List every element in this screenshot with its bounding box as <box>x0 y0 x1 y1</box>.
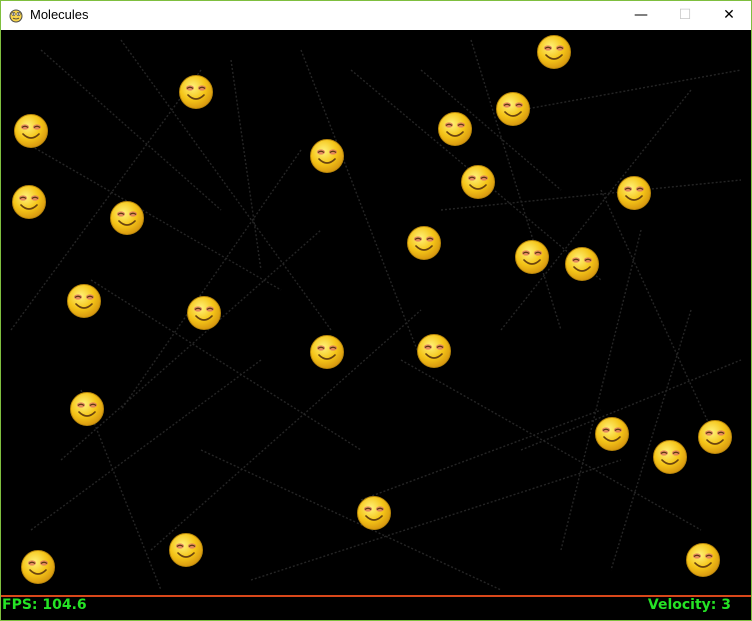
smiley-face-icon <box>515 240 549 274</box>
smiley-face-icon <box>686 543 720 577</box>
app-window: Molecules — ☐ ✕ FPS: 104.6 Velocity: 3 <box>0 0 752 621</box>
title-bar[interactable]: Molecules — ☐ ✕ <box>1 1 751 30</box>
smiley-face-icon <box>110 201 144 235</box>
maximize-button[interactable]: ☐ <box>663 1 707 30</box>
close-button[interactable]: ✕ <box>707 1 751 30</box>
smiley-face-icon <box>565 247 599 281</box>
smiley-face-icon <box>14 114 48 148</box>
smiley-face-icon <box>537 35 571 69</box>
pygame-snake-icon <box>9 9 23 23</box>
hud-divider <box>1 595 751 597</box>
smiley-face-icon <box>67 284 101 318</box>
smiley-face-icon <box>496 92 530 126</box>
smiley-face-icon <box>357 496 391 530</box>
smiley-face-icon <box>310 335 344 369</box>
smiley-face-icon <box>698 420 732 454</box>
smiley-face-icon <box>187 296 221 330</box>
motion-trails <box>10 39 742 591</box>
smiley-face-icon <box>21 550 55 584</box>
smiley-face-icon <box>12 185 46 219</box>
smiley-face-icon <box>617 176 651 210</box>
velocity-readout: Velocity: 3 <box>647 597 731 613</box>
smiley-face-icon <box>179 75 213 109</box>
minimize-button[interactable]: — <box>619 1 663 30</box>
smiley-face-icon <box>595 417 629 451</box>
smiley-face-icon <box>407 226 441 260</box>
window-title: Molecules <box>30 7 89 22</box>
smiley-face-icon <box>653 440 687 474</box>
smiley-face-icon <box>70 392 104 426</box>
smiley-face-icon <box>461 165 495 199</box>
game-canvas[interactable]: FPS: 104.6 Velocity: 3 <box>1 30 751 620</box>
smiley-face-icon <box>310 139 344 173</box>
fps-counter: FPS: 104.6 <box>2 597 87 613</box>
smiley-face-icon <box>417 334 451 368</box>
smiley-face-icon <box>438 112 472 146</box>
smiley-face-icon <box>169 533 203 567</box>
